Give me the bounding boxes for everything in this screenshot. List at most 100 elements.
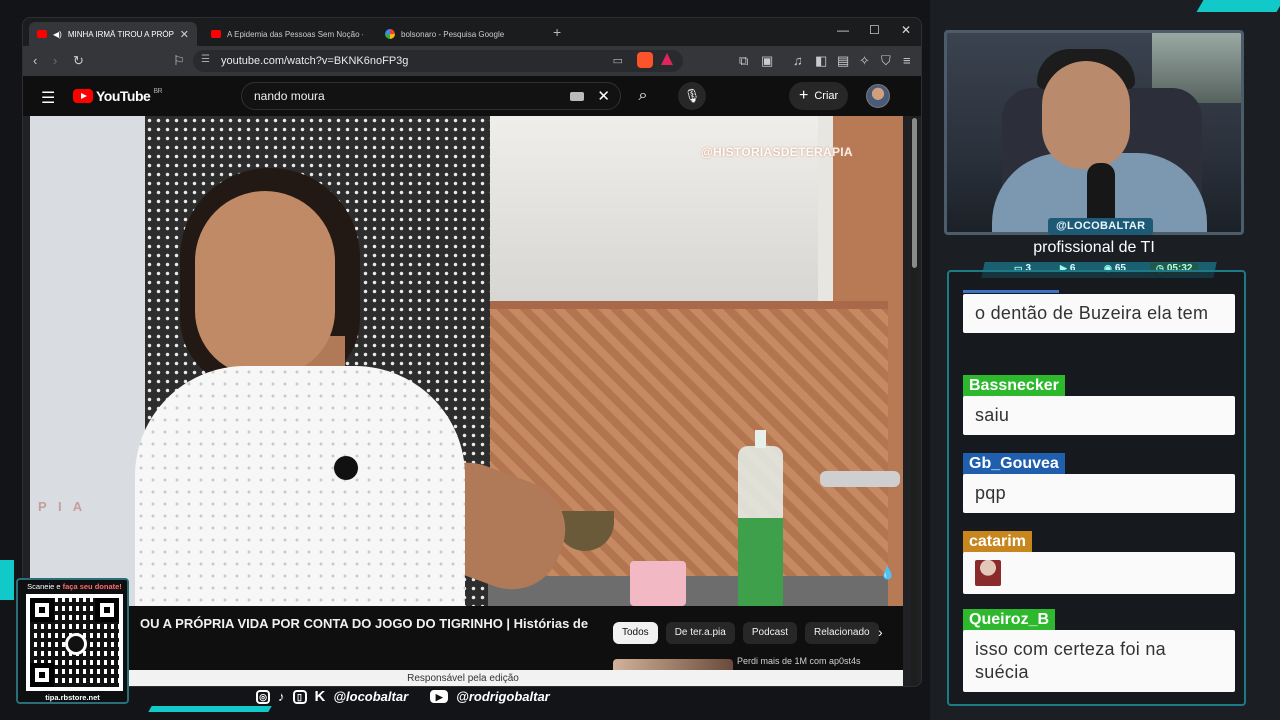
chat-username: Queiroz_B bbox=[963, 609, 1056, 631]
audio-icon: ◀) bbox=[53, 29, 62, 39]
search-icon: ⌕ bbox=[638, 87, 648, 104]
search-value: nando moura bbox=[254, 89, 325, 103]
background-accent bbox=[148, 706, 272, 712]
tab-title: MINHA IRMÃ TIROU A PRÓPRIA VIDA POR CONT… bbox=[67, 29, 174, 39]
avatar[interactable] bbox=[866, 84, 890, 108]
donation-qr-panel: Scaneie e faça seu donate! tipa.rbstore.… bbox=[16, 578, 129, 704]
tab-strip: ◀) MINHA IRMÃ TIROU A PRÓPRIA VIDA POR C… bbox=[23, 18, 921, 46]
create-label: Criar bbox=[814, 90, 839, 102]
extensions-icon[interactable]: ⧉ bbox=[739, 53, 748, 69]
qr-code bbox=[26, 594, 123, 691]
tab-1[interactable]: ◀) MINHA IRMÃ TIROU A PRÓPRIA VIDA POR C… bbox=[29, 22, 197, 46]
chat-message: o dentão de Buzeira ela tem bbox=[963, 294, 1235, 333]
chat-message: pqp bbox=[963, 474, 1235, 513]
plus-icon: + bbox=[799, 87, 809, 104]
search-button[interactable]: ⌕ bbox=[623, 82, 663, 110]
social-handle-2: @rodrigobaltar bbox=[456, 689, 550, 704]
streamer-caption: profissional de TI bbox=[1033, 239, 1155, 256]
sidebar-icon[interactable]: ◧ bbox=[815, 53, 827, 69]
hamburger-menu-icon[interactable]: ☰ bbox=[41, 88, 55, 108]
chat-message-text: isso com certeza foi na suécia bbox=[975, 639, 1166, 682]
url-text: youtube.com/watch?v=BKNK6noFP3g bbox=[221, 55, 409, 67]
video-pia-mark: P I A bbox=[38, 499, 87, 514]
close-tab-icon[interactable]: ✕ bbox=[180, 28, 189, 41]
chat-message-text: pqp bbox=[975, 483, 1006, 503]
shield-icon[interactable]: ⛉ bbox=[881, 53, 891, 69]
background-accent bbox=[0, 560, 14, 600]
chip-related[interactable]: Relacionado bbox=[804, 622, 879, 644]
video-person-body bbox=[135, 366, 465, 606]
social-handle-1: @locobaltar bbox=[333, 689, 409, 704]
webcam-feed bbox=[944, 30, 1244, 235]
leo-icon[interactable]: ✧ bbox=[859, 53, 870, 69]
qr-corner bbox=[95, 598, 119, 622]
youtube-favicon-icon bbox=[211, 30, 221, 38]
keyboard-icon[interactable] bbox=[570, 92, 584, 101]
youtube-region: BR bbox=[153, 87, 163, 95]
chip-todos[interactable]: Todos bbox=[613, 622, 658, 644]
chat-panel: o dentão de Buzeira ela tem Bassnecker s… bbox=[947, 270, 1246, 706]
qr-url: tipa.rbstore.net bbox=[45, 693, 100, 702]
video-person-face bbox=[195, 191, 335, 376]
youtube-logo[interactable]: YouTube BR bbox=[73, 87, 163, 104]
create-button[interactable]: + Criar bbox=[789, 82, 849, 110]
chat-message: isso com certeza foi na suécia bbox=[963, 630, 1235, 692]
chip-podcast[interactable]: Podcast bbox=[742, 622, 797, 644]
twitch-icon: ▯ bbox=[292, 689, 307, 704]
browser-toolbar: ‹ › ↻ ⚐ ☰ youtube.com/watch?v=BKNK6noFP3… bbox=[23, 46, 921, 76]
maximize-icon[interactable]: ☐ bbox=[869, 23, 880, 37]
new-tab-button[interactable]: + bbox=[553, 24, 561, 40]
qr-corner bbox=[30, 663, 54, 687]
chevron-right-icon[interactable]: › bbox=[878, 624, 883, 640]
menu-icon[interactable]: ≡ bbox=[903, 53, 911, 68]
video-scene-cup bbox=[630, 561, 686, 606]
screenshot-icon[interactable]: ▣ bbox=[761, 53, 773, 69]
back-icon[interactable]: ‹ bbox=[33, 53, 37, 68]
social-links: ◎ ♪ ▯ K @locobaltar ▶ @rodrigobaltar bbox=[256, 688, 550, 705]
chip-channel[interactable]: De ter.a.pia bbox=[665, 622, 735, 644]
video-scene-faucet bbox=[820, 471, 900, 487]
related-chips: Todos De ter.a.pia Podcast Relacionado bbox=[613, 622, 879, 644]
qr-logo-icon bbox=[65, 633, 87, 655]
youtube-logo-text: YouTube bbox=[96, 88, 151, 104]
streamer-handle: @LOCOBALTAR bbox=[1048, 218, 1154, 235]
kick-icon: K bbox=[314, 688, 326, 705]
tab-2[interactable]: A Epidemia das Pessoas Sem Noção - YouTu… bbox=[203, 22, 371, 46]
chat-username: Bassnecker bbox=[963, 375, 1065, 397]
chat-message-text: saiu bbox=[975, 405, 1010, 425]
tab-title: A Epidemia das Pessoas Sem Noção - YouTu… bbox=[227, 29, 363, 39]
address-bar[interactable]: ☰ youtube.com/watch?v=BKNK6noFP3g ▭ ⇪ bbox=[193, 50, 683, 72]
chat-username: catarim bbox=[963, 531, 1032, 553]
youtube-header: ☰ YouTube BR nando moura ✕ ⌕ 🎙 + Criar bbox=[23, 76, 921, 116]
chat-message-text: o dentão de Buzeira ela tem bbox=[975, 303, 1209, 323]
minimize-icon[interactable]: — bbox=[837, 23, 849, 37]
video-player[interactable]: P I A @HISTORIASDETERAPIA 💧 bbox=[30, 116, 903, 606]
chat-username: Gb_Gouvea bbox=[963, 453, 1065, 475]
close-window-icon[interactable]: ✕ bbox=[901, 23, 911, 37]
wallet-icon[interactable]: ▤ bbox=[837, 53, 849, 69]
tab-3[interactable]: bolsonaro - Pesquisa Google bbox=[377, 22, 545, 46]
chat-emote-icon bbox=[975, 560, 1001, 586]
google-favicon-icon bbox=[385, 29, 395, 39]
music-icon[interactable]: ♫ bbox=[793, 53, 803, 68]
reload-icon[interactable]: ↻ bbox=[73, 53, 84, 69]
forward-icon[interactable]: › bbox=[53, 53, 57, 68]
bookmark-icon[interactable]: ⚐ bbox=[173, 53, 185, 69]
editing-credit-bar: Responsável pela edição bbox=[23, 670, 903, 686]
related-video-title[interactable]: Perdi mais de 1M com ap0st4s bbox=[737, 656, 861, 666]
background-accent bbox=[1196, 0, 1280, 12]
clear-search-icon[interactable]: ✕ bbox=[597, 87, 610, 105]
youtube-play-icon bbox=[73, 89, 93, 103]
voice-search-button[interactable]: 🎙 bbox=[678, 82, 706, 110]
site-settings-icon[interactable]: ☰ bbox=[201, 54, 210, 65]
chat-message bbox=[963, 552, 1235, 594]
brave-shields-icon[interactable] bbox=[637, 52, 653, 68]
microphone-icon: 🎙 bbox=[683, 88, 701, 103]
page-scrollbar-thumb[interactable] bbox=[912, 118, 917, 268]
video-title: OU A PRÓPRIA VIDA POR CONTA DO JOGO DO T… bbox=[140, 616, 589, 631]
search-input[interactable]: nando moura ✕ bbox=[241, 82, 621, 110]
cast-icon[interactable]: ▭ bbox=[613, 54, 623, 67]
drop-icon: 💧 bbox=[880, 566, 895, 580]
brave-rewards-icon[interactable] bbox=[661, 53, 673, 65]
video-watermark: @HISTORIASDETERAPIA bbox=[701, 145, 853, 159]
